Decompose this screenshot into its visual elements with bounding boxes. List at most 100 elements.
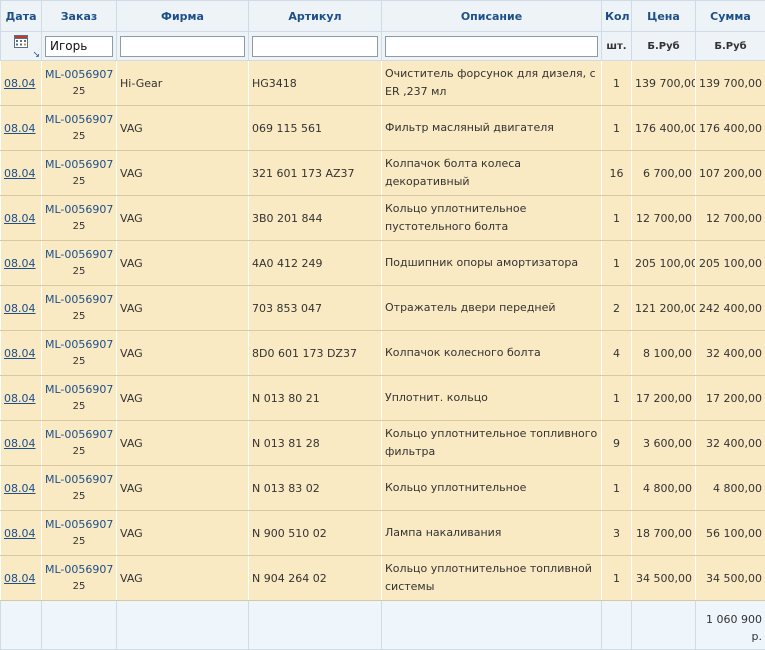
order-cell: ML-005690725 (42, 511, 117, 556)
price-cell: 4 800,00 (632, 466, 696, 511)
qty-unit: шт. (602, 32, 632, 61)
date-link[interactable]: 08.04 (4, 77, 36, 90)
col-header-sum[interactable]: Сумма (696, 1, 765, 32)
date-link[interactable]: 08.04 (4, 392, 36, 405)
date-link[interactable]: 08.04 (4, 347, 36, 360)
description-cell: Подшипник опоры амортизатора (382, 241, 602, 286)
firm-cell: VAG (117, 196, 249, 241)
firm-cell: VAG (117, 466, 249, 511)
table-row: 08.04ML-005690725VAG069 115 561Фильтр ма… (1, 106, 765, 151)
footer-cell (1, 601, 42, 650)
sum-cell: 12 700,00 (696, 196, 765, 241)
table-row: 08.04ML-005690725VAGN 900 510 02Лампа на… (1, 511, 765, 556)
date-filter-cell: ↘ (1, 32, 42, 61)
article-cell: N 904 264 02 (249, 556, 382, 601)
col-header-order[interactable]: Заказ (42, 1, 117, 32)
col-header-description[interactable]: Описание (382, 1, 602, 32)
sum-cell: 17 200,00 (696, 376, 765, 421)
description-cell: Фильтр масляный двигателя (382, 106, 602, 151)
order-number[interactable]: ML-0056907 (45, 426, 113, 443)
firm-filter-input[interactable] (120, 36, 245, 57)
description-cell: Кольцо уплотнительное топливной системы (382, 556, 602, 601)
article-cell: N 013 81 28 (249, 421, 382, 466)
date-link[interactable]: 08.04 (4, 572, 36, 585)
price-cell: 139 700,00 (632, 61, 696, 106)
date-cell: 08.04 (1, 556, 42, 601)
footer-cell (249, 601, 382, 650)
article-filter-input[interactable] (252, 36, 378, 57)
table-row: 08.04ML-005690725VAG3B0 201 844Кольцо уп… (1, 196, 765, 241)
order-filter-input[interactable] (45, 36, 113, 57)
table-row: 08.04 ML-005690725VAGN 904 264 02Кольцо у… (1, 556, 765, 601)
qty-cell: 1 (602, 241, 632, 286)
order-number[interactable]: ML-0056907 (45, 246, 113, 263)
order-number[interactable]: ML-0056907 (45, 111, 113, 128)
description-filter-input[interactable] (385, 36, 598, 57)
date-link[interactable]: 08.04 (4, 257, 36, 270)
date-link[interactable]: 08.04 (4, 167, 36, 180)
sum-cell: 205 100,00 (696, 241, 765, 286)
article-cell: 069 115 561 (249, 106, 382, 151)
order-number[interactable]: ML-0056907 (45, 66, 113, 83)
price-cell: 12 700,00 (632, 196, 696, 241)
firm-cell: VAG (117, 421, 249, 466)
table-row: 08.04ML-005690725VAGN 013 80 21Уплотнит.… (1, 376, 765, 421)
qty-cell: 1 (602, 466, 632, 511)
order-cell: ML-005690725 (42, 556, 117, 601)
order-number[interactable]: ML-0056907 (45, 561, 113, 578)
order-suffix: 25 (45, 578, 113, 595)
order-number[interactable]: ML-0056907 (45, 516, 113, 533)
col-header-date[interactable]: Дата (1, 1, 42, 32)
article-cell: 703 853 047 (249, 286, 382, 331)
order-number[interactable]: ML-0056907 (45, 381, 113, 398)
date-cell: 08.04 (1, 241, 42, 286)
filter-row: ↘ шт. Б.Руб Б.Руб (1, 32, 765, 61)
firm-cell: VAG (117, 556, 249, 601)
description-cell: Кольцо уплотнительное (382, 466, 602, 511)
table-row: 08.04ML-005690725VAGN 013 81 28Кольцо уп… (1, 421, 765, 466)
price-cell: 34 500,00 (632, 556, 696, 601)
order-number[interactable]: ML-0056907 (45, 336, 113, 353)
date-link[interactable]: 08.04 (4, 527, 36, 540)
date-link[interactable]: 08.04 (4, 437, 36, 450)
footer-cell (632, 601, 696, 650)
col-header-firm[interactable]: Фирма (117, 1, 249, 32)
description-cell: Уплотнит. кольцо (382, 376, 602, 421)
footer-cell (382, 601, 602, 650)
qty-cell: 2 (602, 286, 632, 331)
order-suffix: 25 (45, 173, 113, 190)
description-cell: Кольцо уплотнительное пустотельного болт… (382, 196, 602, 241)
date-link[interactable]: 08.04 (4, 212, 36, 225)
sum-cell: 107 200,00 (696, 151, 765, 196)
firm-cell: VAG (117, 151, 249, 196)
order-number[interactable]: ML-0056907 (45, 156, 113, 173)
date-cell: 08.04 (1, 61, 42, 106)
sort-arrow-icon[interactable]: ↘ (32, 50, 40, 60)
col-header-price[interactable]: Цена (632, 1, 696, 32)
date-link[interactable]: 08.04 (4, 302, 36, 315)
order-cell: ML-005690725 (42, 196, 117, 241)
col-header-qty[interactable]: Кол (602, 1, 632, 32)
article-filter-cell (249, 32, 382, 61)
order-number[interactable]: ML-0056907 (45, 291, 113, 308)
sum-cell: 176 400,00 (696, 106, 765, 151)
sum-cell: 34 500,00 (696, 556, 765, 601)
table-row: 08.04ML-005690725VAG8D0 601 173 DZ37Колп… (1, 331, 765, 376)
qty-cell: 1 (602, 61, 632, 106)
col-header-article[interactable]: Артикул (249, 1, 382, 32)
price-cell: 8 100,00 (632, 331, 696, 376)
order-number[interactable]: ML-0056907 (45, 471, 113, 488)
date-link[interactable]: 08.04 (4, 122, 36, 135)
date-link[interactable]: 08.04 (4, 482, 36, 495)
date-cell: 08.04 (1, 106, 42, 151)
sum-cell: 32 400,00 (696, 331, 765, 376)
firm-cell: Hi-Gear (117, 61, 249, 106)
calendar-icon[interactable] (14, 35, 28, 48)
order-number[interactable]: ML-0056907 (45, 201, 113, 218)
article-cell: N 013 80 21 (249, 376, 382, 421)
order-filter-cell (42, 32, 117, 61)
price-cell: 17 200,00 (632, 376, 696, 421)
order-cell: ML-005690725 (42, 106, 117, 151)
order-cell: ML-005690725 (42, 331, 117, 376)
qty-cell: 4 (602, 331, 632, 376)
